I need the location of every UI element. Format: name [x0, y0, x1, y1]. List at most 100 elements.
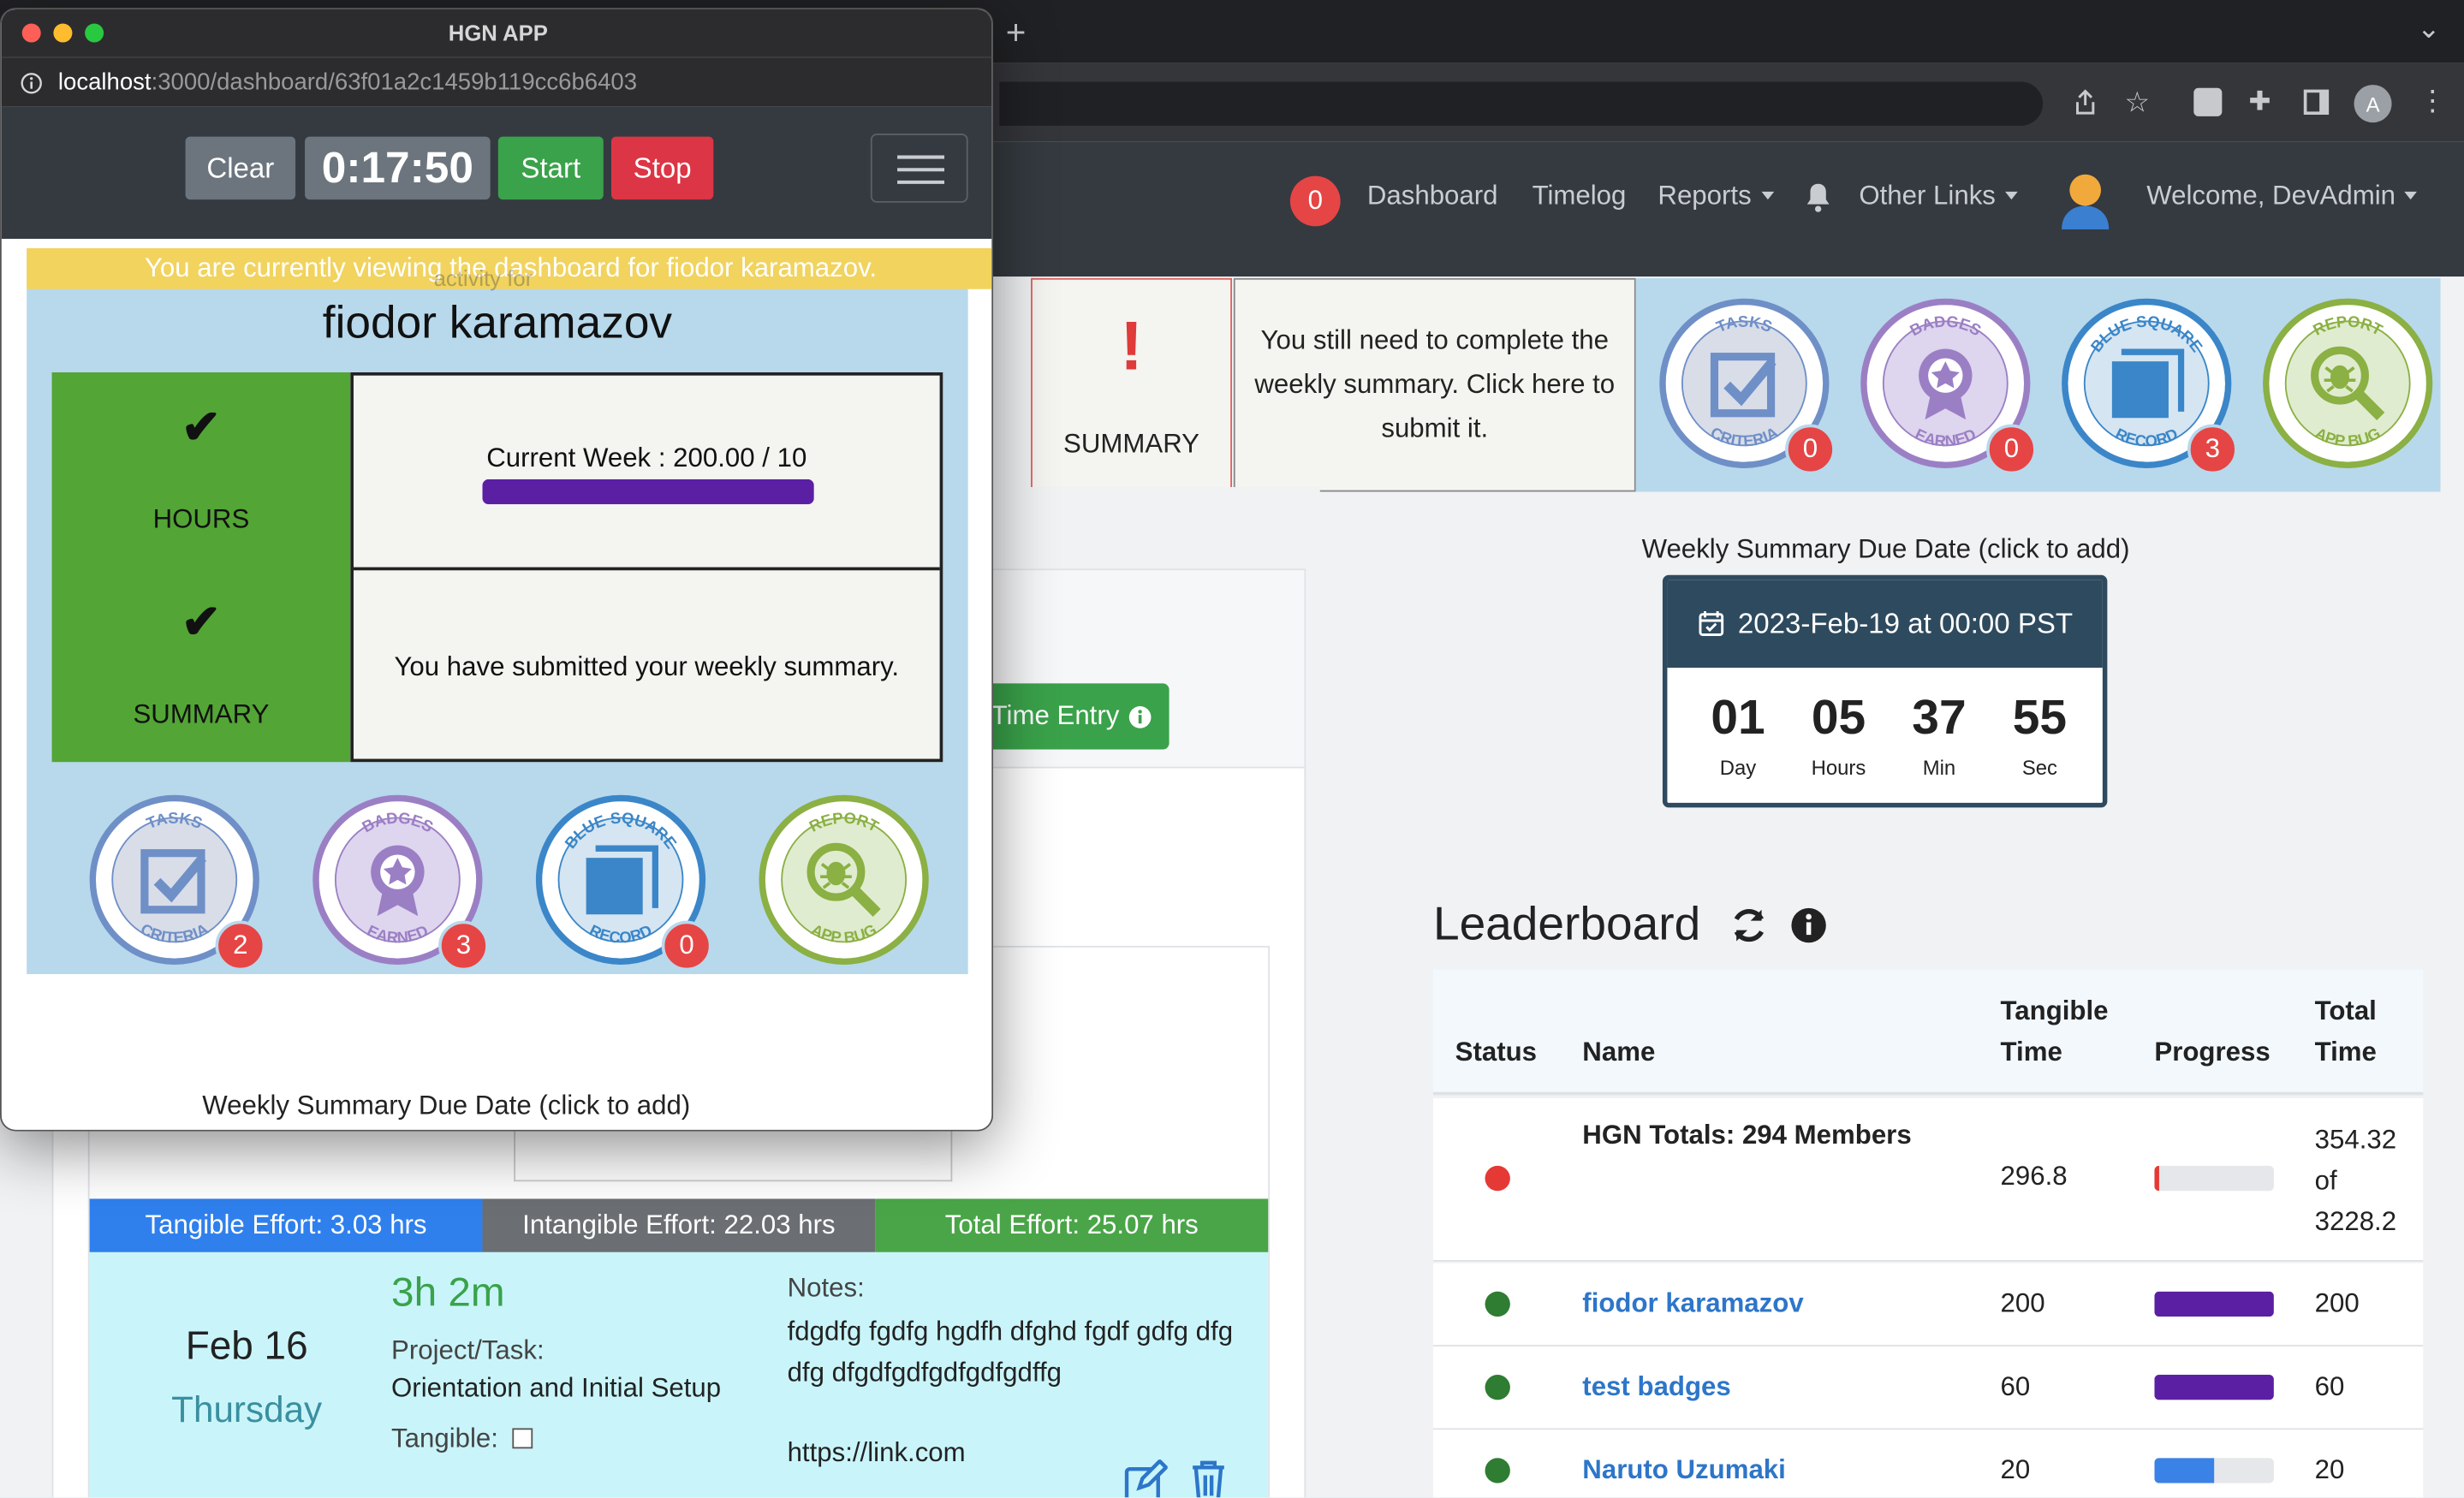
reminder-text: You still need to complete the weekly su… — [1254, 324, 1616, 443]
add-time-entry-button[interactable]: Time Entry — [973, 683, 1170, 750]
tangible-checkbox[interactable] — [511, 1428, 533, 1449]
summary-label: SUMMARY — [1063, 429, 1200, 459]
checkmark-icon: ✔ — [181, 597, 221, 650]
more-menu-icon[interactable]: ⋮ — [2419, 85, 2447, 118]
leaderboard-tangible: 60 — [2000, 1371, 2031, 1402]
col-status: Status — [1455, 1037, 1538, 1067]
bell-icon[interactable] — [1804, 182, 1832, 222]
calendar-check-icon — [1699, 610, 1723, 636]
leaderboard-row: fiodor karamazov 200 200 — [1432, 1263, 2424, 1346]
leaderboard-row: test badges 60 60 — [1432, 1346, 2424, 1430]
stop-button[interactable]: Stop — [610, 136, 714, 200]
tab-search-icon[interactable]: ⌄ — [2417, 13, 2441, 46]
leaderboard-name-link[interactable]: test badges — [1582, 1371, 1730, 1403]
badge-count: 3 — [2187, 424, 2238, 475]
svg-text:CRITERIA: CRITERIA — [138, 919, 211, 946]
close-window-button[interactable] — [21, 23, 41, 43]
delete-icon[interactable] — [1189, 1459, 1227, 1498]
badge-count: 0 — [661, 920, 712, 972]
leaderboard-total: 20 — [2314, 1454, 2345, 1485]
popup-title-bar: HGN APP — [1, 9, 992, 57]
totals-total: 354.32 of 3228.2 — [2314, 1125, 2397, 1237]
totals-progress-bar — [2154, 1165, 2274, 1192]
status-dot — [1485, 1458, 1510, 1483]
due-date-label[interactable]: Weekly Summary Due Date (click to add) — [1634, 534, 2137, 566]
side-panel-icon[interactable] — [2303, 89, 2330, 115]
entry-day: Thursday — [171, 1388, 323, 1430]
extension-icon[interactable] — [2193, 87, 2223, 116]
start-button[interactable]: Start — [497, 136, 604, 200]
blue-square-badge[interactable]: BLUE SQUARE RECORD 0 — [535, 794, 712, 972]
tangible-label-text: Tangible: — [391, 1423, 498, 1453]
countdown-value: 55 — [2012, 689, 2068, 746]
timer-toolbar: Clear 0:17:50 Start Stop — [1, 106, 992, 239]
hours-label: HOURS — [152, 504, 250, 535]
time-entry-row: Feb 16 Thursday 3h 2m Project/Task: Orie… — [89, 1251, 1269, 1498]
entry-link[interactable]: https://link.com — [788, 1437, 966, 1469]
refresh-icon[interactable] — [1729, 907, 1767, 944]
svg-text:RECORD: RECORD — [586, 921, 654, 947]
popup-url-bar[interactable]: localhost:3000/dashboard/63f01a2c1459b11… — [1, 56, 992, 107]
summary-submitted-text: You have submitted your weekly summary. — [394, 651, 900, 682]
entry-date: Feb 16 — [185, 1324, 308, 1369]
new-tab-icon[interactable]: + — [1006, 13, 1027, 54]
badges-earned-badge-slot: BADGES EARNED 0 — [1860, 298, 2037, 475]
hamburger-menu-button[interactable] — [870, 134, 968, 203]
notification-count-badge[interactable]: 0 — [1289, 175, 1341, 227]
user-profile-icon[interactable] — [2058, 169, 2111, 237]
info-icon — [1129, 705, 1152, 728]
leaderboard-row: Naruto Uzumaki 20 20 — [1432, 1430, 2424, 1498]
leaderboard-name-link[interactable]: fiodor karamazov — [1582, 1288, 1803, 1320]
popup-window: HGN APP localhost:3000/dashboard/63f01a2… — [0, 8, 994, 1132]
popup-due-date-label[interactable]: Weekly Summary Due Date (click to add) — [2, 1091, 891, 1122]
leaderboard-progress-bar — [2154, 1458, 2274, 1483]
progress-fill — [2154, 1458, 2215, 1483]
intangible-effort-bar: Intangible Effort: 22.03 hrs — [482, 1198, 876, 1252]
edit-icon[interactable] — [1123, 1458, 1170, 1498]
svg-text:RECORD: RECORD — [2113, 425, 2181, 450]
profile-avatar[interactable]: A — [2354, 85, 2392, 123]
leaderboard-totals-row: HGN Totals: 294 Members 296.8 354.32 of … — [1432, 1097, 2424, 1262]
checkmark-icon: ✔ — [181, 401, 221, 455]
maximize-window-button[interactable] — [85, 23, 104, 43]
badges-earned-badge[interactable]: BADGES EARNED 3 — [312, 794, 489, 972]
leaderboard-name-link[interactable]: Naruto Uzumaki — [1582, 1455, 1786, 1487]
nav-reports[interactable]: Reports — [1658, 181, 1773, 212]
col-total: Total Time — [2314, 996, 2377, 1067]
leaderboard-header: Status Name Tangible Time Progress Total… — [1432, 969, 2424, 1096]
nav-other-links[interactable]: Other Links — [1859, 181, 2017, 212]
bookmark-star-icon[interactable]: ☆ — [2125, 86, 2151, 120]
url-field[interactable] — [999, 81, 2044, 126]
blue-square-badge[interactable]: BLUE SQUARE RECORD 3 — [2062, 298, 2238, 475]
leaderboard-tangible: 200 — [2000, 1288, 2045, 1318]
svg-text:REPORT: REPORT — [2310, 312, 2386, 339]
nav-timelog[interactable]: Timelog — [1533, 181, 1627, 212]
minimize-window-button[interactable] — [53, 23, 73, 43]
share-icon[interactable] — [2071, 88, 2099, 122]
popup-user-name: fiodor karamazov — [322, 298, 673, 349]
svg-text:TASKS: TASKS — [144, 809, 205, 833]
badges-earned-badge[interactable]: BADGES EARNED 0 — [1860, 298, 2037, 475]
puzzle-icon[interactable]: ✚ — [2249, 86, 2271, 118]
current-week-hours: Current Week : 200.00 / 10 — [486, 443, 807, 473]
clear-button[interactable]: Clear — [185, 136, 296, 200]
entry-project-label: Project/Task: — [391, 1335, 545, 1366]
info-icon[interactable] — [1789, 907, 1827, 944]
welcome-user-menu[interactable]: Welcome, DevAdmin — [2146, 181, 2417, 212]
countdown-unit: Day — [1719, 755, 1757, 780]
weekly-summary-reminder[interactable]: You still need to complete the weekly su… — [1233, 277, 1636, 492]
report-bug-badge[interactable]: REPORT APP BUG — [2263, 298, 2433, 468]
countdown-value: 01 — [1711, 689, 1765, 746]
nav-dashboard[interactable]: Dashboard — [1367, 181, 1498, 212]
summary-status-box[interactable]: ! SUMMARY — [1031, 277, 1233, 492]
tasks-badge[interactable]: TASKS CRITERIA 0 — [1659, 298, 1836, 475]
site-info-icon — [21, 73, 42, 94]
totals-name: HGN Totals: 294 Members — [1582, 1120, 1912, 1150]
tasks-badge[interactable]: TASKS CRITERIA 2 — [89, 794, 266, 972]
svg-text:BADGES: BADGES — [1907, 312, 1985, 340]
entry-duration: 3h 2m — [391, 1268, 505, 1316]
svg-text:BLUE SQUARE: BLUE SQUARE — [2086, 312, 2206, 356]
total-effort-bar: Total Effort: 25.07 hrs — [875, 1198, 1269, 1252]
due-date-countdown[interactable]: 2023-Feb-19 at 00:00 PST 01 Day 05 Hours 37 M… — [1662, 574, 2108, 808]
report-bug-badge[interactable]: REPORT APP BUG — [759, 794, 929, 965]
